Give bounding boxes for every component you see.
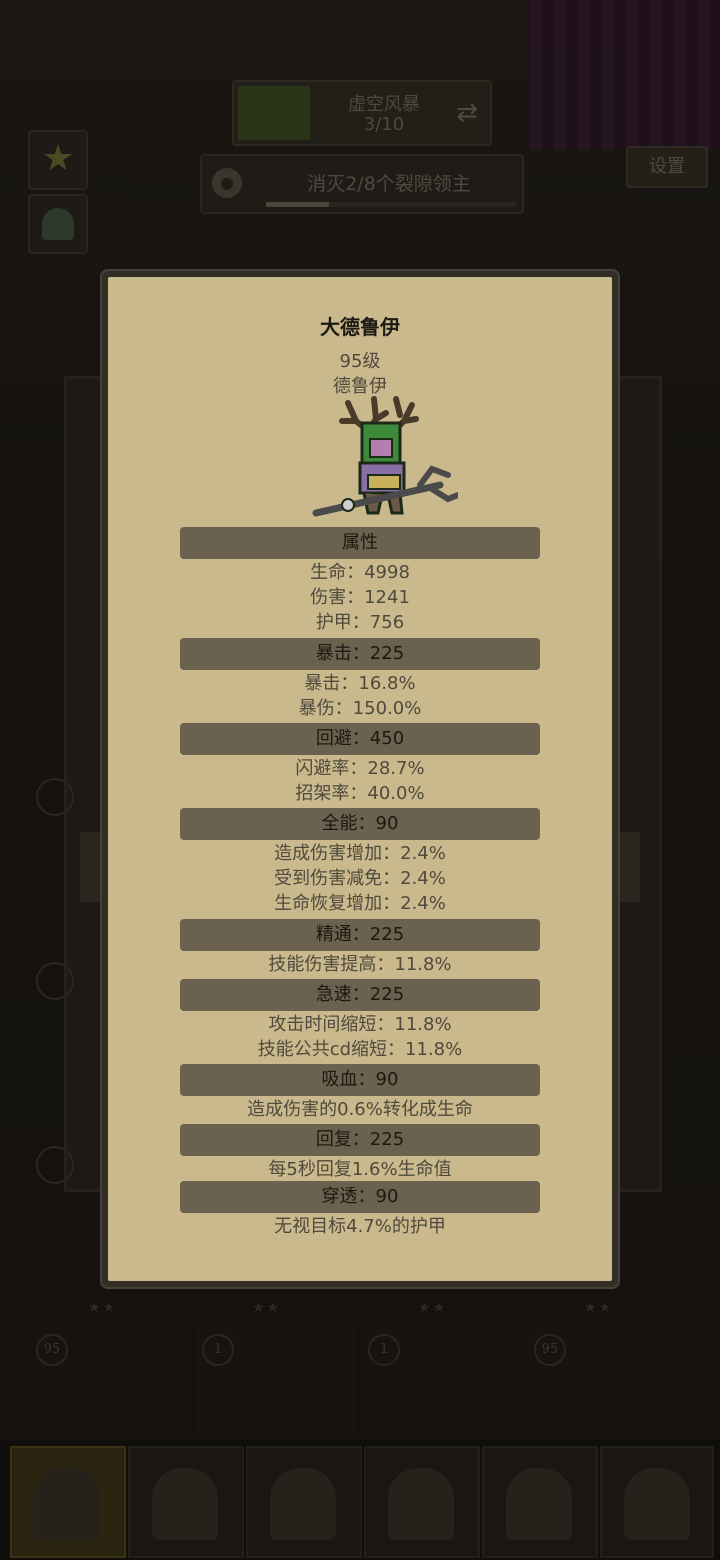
bg-level-circle [36,778,74,816]
hero-detail-dialog: 大德鲁伊 95级 德鲁伊 属性 生命：4998 伤害：1241 护甲：756 暴击：22 [100,269,620,1289]
hero-level-badge: 95 [36,1334,68,1366]
stat-line: 暴击：16.8% [304,673,416,694]
hero-row: ★★ ★★ ★★ ★★ 95 1 1 95 [0,1300,720,1450]
star-icon[interactable]: ★ [28,130,88,190]
hero-stars: ★★ [252,1300,282,1316]
stage-thumbnail [238,86,310,140]
stat-line: 造成伤害的0.6%转化成生命 [247,1099,473,1120]
nav-book-button[interactable] [482,1446,598,1558]
stat-section-header: 急速：225 [180,979,540,1011]
stat-line: 护甲：756 [315,612,405,633]
bg-level-circle [36,962,74,1000]
nav-helmet-button[interactable] [10,1446,126,1558]
druid-portrait [312,396,458,517]
stage-badge[interactable]: 虚空风暴 3/10 ⇄ [232,80,492,146]
bg-level-circle [36,1146,74,1184]
quest-progress-bar [266,202,516,207]
stat-section-header: 暴击：225 [180,638,540,670]
stage-progress: 3/10 [363,114,405,135]
stat-line: 技能公共cd缩短：11.8% [257,1039,463,1060]
stat-line: 生命恢复增加：2.4% [274,893,446,914]
curtain-decoration [530,0,720,150]
stat-section-header: 精通：225 [180,919,540,951]
stat-line: 暴伤：150.0% [298,698,422,719]
stat-line: 闪避率：28.7% [295,758,425,779]
stat-section-header: 回复：225 [180,1124,540,1156]
chest-icon [388,1468,454,1540]
stat-line: 技能伤害提高：11.8% [268,954,452,975]
quest-text: 消灭2/8个裂隙领主 [307,173,471,195]
armor-icon [152,1468,218,1540]
hero-level: 95级 [339,351,381,372]
hero-slot[interactable]: 95 [528,1328,688,1438]
stat-line: 每5秒回复1.6%生命值 [268,1159,452,1180]
stat-section-header: 全能：90 [180,808,540,840]
game-screen: 虚空风暴 3/10 ⇄ ● 消灭2/8个裂隙领主 设置 ★ ★★ ★★ ★★ ★… [0,0,720,1560]
nav-chest-button[interactable] [364,1446,480,1558]
hero-slot[interactable]: 1 [362,1328,522,1438]
stat-line: 无视目标4.7%的护甲 [274,1216,446,1237]
stage-name: 虚空风暴 [348,94,420,115]
hero-level-badge: 1 [368,1334,400,1366]
hero-level-badge: 95 [534,1334,566,1366]
hero-stars: ★★ [88,1300,118,1316]
nav-altar-button[interactable] [246,1446,362,1558]
quest-coin-icon: ● [212,168,242,198]
hero-name: 大德鲁伊 [320,315,400,339]
stat-section-header: 属性 [180,527,540,559]
altar-icon [270,1468,336,1540]
swap-arrows-icon[interactable]: ⇄ [456,98,478,128]
hero-slot[interactable]: 95 [30,1328,190,1438]
stat-line: 受到伤害减免：2.4% [274,868,446,889]
hero-detail-panel: 大德鲁伊 95级 德鲁伊 属性 生命：4998 伤害：1241 护甲：756 暴击：22 [108,277,612,1281]
settings-button[interactable]: 设置 [626,146,708,188]
hero-stars: ★★ [584,1300,614,1316]
castle-icon [624,1468,690,1540]
hero-level-badge: 1 [202,1334,234,1366]
hero-stars: ★★ [418,1300,448,1316]
quest-banner[interactable]: ● 消灭2/8个裂隙领主 [200,154,524,214]
stat-section-header: 回避：450 [180,723,540,755]
stat-line: 生命：4998 [310,562,410,583]
bottom-nav [0,1440,720,1560]
stat-line: 伤害：1241 [310,587,410,608]
stat-line: 招架率：40.0% [295,783,425,804]
nav-castle-button[interactable] [600,1446,714,1558]
hero-slot[interactable]: 1 [196,1328,356,1438]
helmet-icon [34,1468,100,1540]
bell-icon[interactable] [28,194,88,254]
stat-section-header: 吸血：90 [180,1064,540,1096]
stat-line: 造成伤害增加：2.4% [274,843,446,864]
stat-line: 攻击时间缩短：11.8% [268,1014,452,1035]
stat-section-header: 穿透：90 [180,1181,540,1213]
nav-armor-button[interactable] [128,1446,244,1558]
book-icon [506,1468,572,1540]
